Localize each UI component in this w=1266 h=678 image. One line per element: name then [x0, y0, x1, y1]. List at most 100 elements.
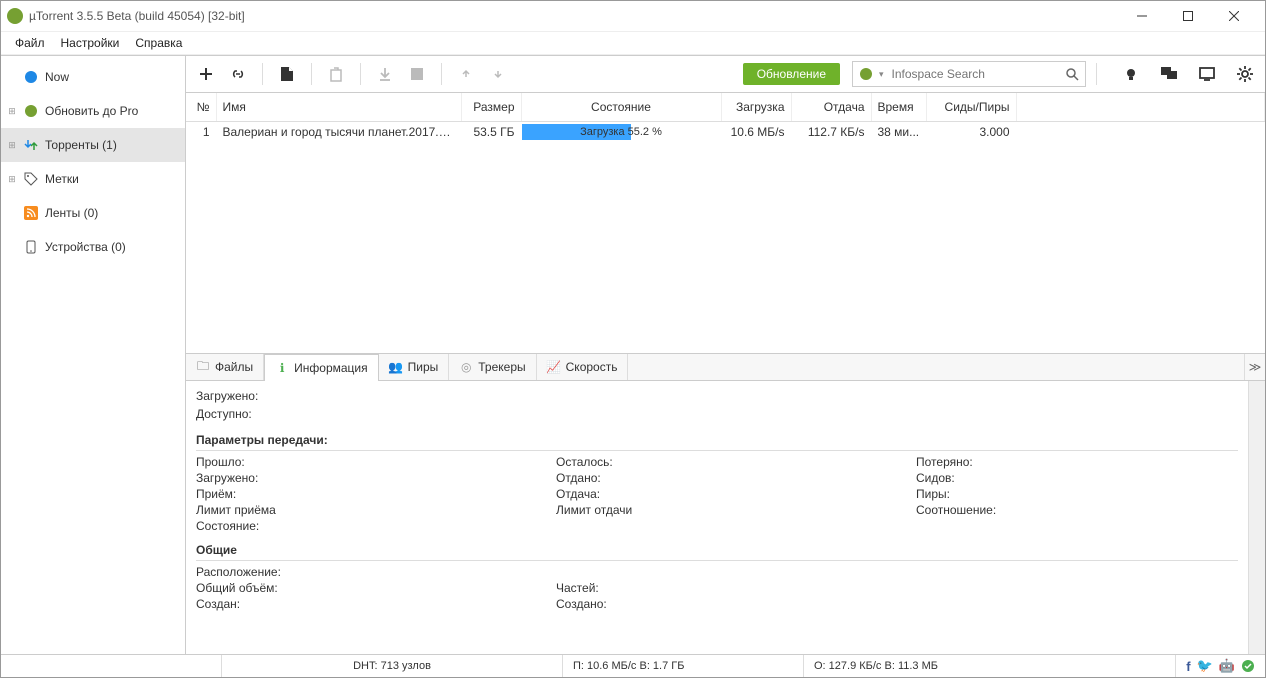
search-input[interactable] [890, 66, 1059, 82]
col-seeds[interactable]: Сиды/Пиры [926, 93, 1016, 122]
close-button[interactable] [1211, 1, 1257, 31]
sidebar-label: Устройства (0) [45, 240, 126, 254]
label-ratio: Соотношение: [916, 503, 1238, 517]
sidebar-item-torrents[interactable]: ⊞ Торренты (1) [1, 128, 185, 162]
section-general: Общие [196, 543, 1238, 561]
menu-file[interactable]: Файл [7, 33, 53, 53]
tab-trackers[interactable]: ◎Трекеры [449, 354, 536, 380]
torrent-grid[interactable]: № Имя Размер Состояние Загрузка Отдача В… [186, 93, 1265, 354]
col-down[interactable]: Загрузка [721, 93, 791, 122]
search-box[interactable]: ▾ [852, 61, 1086, 87]
label-elapsed: Прошло: [196, 455, 546, 469]
label-dlspeed: Приём: [196, 487, 546, 501]
col-eta[interactable]: Время [871, 93, 926, 122]
toolbar: Обновление ▾ [186, 56, 1265, 93]
gear-icon[interactable] [1231, 60, 1259, 88]
create-torrent-button[interactable] [273, 60, 301, 88]
update-button[interactable]: Обновление [743, 63, 840, 85]
col-name[interactable]: Имя [216, 93, 461, 122]
info-icon: ℹ [275, 361, 289, 375]
expand-icon[interactable]: ⊞ [7, 174, 17, 185]
label-ul: Отдано: [556, 471, 906, 485]
cell-down: 10.6 МБ/s [721, 122, 791, 143]
move-down-button[interactable] [484, 60, 512, 88]
expand-icon[interactable]: ⊞ [7, 140, 17, 151]
move-up-button[interactable] [452, 60, 480, 88]
chevron-down-icon[interactable]: ▾ [879, 69, 884, 80]
tab-peers[interactable]: 👥Пиры [379, 354, 450, 380]
label-peers: Пиры: [916, 487, 1238, 501]
peers-icon: 👥 [389, 360, 403, 374]
remote-icon[interactable] [1193, 60, 1221, 88]
info-pane: Загружено: Доступно: Параметры передачи:… [186, 381, 1248, 654]
label-save: Расположение: [196, 565, 546, 579]
maximize-button[interactable] [1165, 1, 1211, 31]
sidebar-item-feeds[interactable]: Ленты (0) [1, 196, 185, 230]
cell-eta: 38 ми... [871, 122, 926, 143]
utorrent-icon [859, 67, 873, 81]
bulb-icon[interactable] [1117, 60, 1145, 88]
add-url-button[interactable] [224, 60, 252, 88]
tab-files[interactable]: 🗀Файлы [186, 354, 264, 380]
col-size[interactable]: Размер [461, 93, 521, 122]
detail-tabs: 🗀Файлы ℹИнформация 👥Пиры ◎Трекеры 📈Скоро… [186, 354, 1265, 381]
search-icon[interactable] [1065, 67, 1079, 81]
status-text: Загрузка 55.2 % [522, 122, 721, 142]
col-up[interactable]: Отдача [791, 93, 871, 122]
twitter-icon[interactable]: 🐦 [1197, 658, 1213, 674]
scrollbar[interactable] [1248, 381, 1265, 654]
sidebar-item-labels[interactable]: ⊞ Метки [1, 162, 185, 196]
label-dl: Загружено: [196, 471, 546, 485]
sidebar-label: Торренты (1) [45, 138, 117, 152]
expand-icon[interactable]: ⊞ [7, 106, 17, 117]
status-empty [1, 655, 221, 677]
device-icon [23, 239, 39, 255]
status-brand: f 🐦 🤖 [1175, 655, 1265, 677]
col-status[interactable]: Состояние [521, 93, 721, 122]
status-dht[interactable]: DHT: 713 узлов [221, 655, 562, 677]
label-remaining: Осталось: [556, 455, 906, 469]
menu-settings[interactable]: Настройки [53, 33, 128, 53]
cell-status: Загрузка 55.2 % [521, 122, 721, 143]
remove-button[interactable] [322, 60, 350, 88]
app-window: µTorrent 3.5.5 Beta (build 45054) [32-bi… [0, 0, 1266, 678]
label-status: Состояние: [196, 519, 546, 533]
tab-speed[interactable]: 📈Скорость [537, 354, 629, 380]
sidebar-item-now[interactable]: Now [1, 60, 185, 94]
minimize-button[interactable] [1119, 1, 1165, 31]
start-button[interactable] [371, 60, 399, 88]
content: Обновление ▾ [186, 56, 1265, 654]
section-transfer: Параметры передачи: [196, 433, 1238, 451]
menubar: Файл Настройки Справка [1, 32, 1265, 55]
tab-info[interactable]: ℹИнформация [264, 354, 378, 381]
add-torrent-button[interactable] [192, 60, 220, 88]
chat-icon[interactable] [1155, 60, 1183, 88]
chart-icon: 📈 [547, 360, 561, 374]
folder-icon: 🗀 [196, 360, 210, 374]
label-created-by: Создано: [556, 597, 906, 611]
label-ullimit: Лимит отдачи [556, 503, 906, 517]
tab-options-icon[interactable]: ≫ [1244, 354, 1265, 380]
stop-button[interactable] [403, 60, 431, 88]
sidebar-item-devices[interactable]: Устройства (0) [1, 230, 185, 264]
transfer-icon [23, 137, 39, 153]
sidebar-item-upgrade[interactable]: ⊞ Обновить до Pro [1, 94, 185, 128]
sidebar-label: Ленты (0) [45, 206, 98, 220]
titlebar: µTorrent 3.5.5 Beta (build 45054) [32-bi… [1, 1, 1265, 32]
cell-up: 112.7 КБ/s [791, 122, 871, 143]
facebook-icon[interactable]: f [1186, 659, 1190, 674]
status-download[interactable]: П: 10.6 МБ/с В: 1.7 ГБ [562, 655, 803, 677]
label-total: Общий объём: [196, 581, 546, 595]
network-ok-icon[interactable] [1241, 659, 1255, 673]
rss-icon [23, 205, 39, 221]
table-row[interactable]: 1 Валериан и город тысячи планет.2017.UH… [186, 122, 1265, 143]
label-pieces: Частей: [556, 581, 906, 595]
android-icon[interactable]: 🤖 [1219, 658, 1235, 674]
status-upload[interactable]: О: 127.9 КБ/с В: 11.3 МБ [803, 655, 1044, 677]
col-num[interactable]: № [186, 93, 216, 122]
sidebar-label: Обновить до Pro [45, 104, 138, 118]
target-icon: ◎ [459, 360, 473, 374]
label-seeds: Сидов: [916, 471, 1238, 485]
menu-help[interactable]: Справка [127, 33, 190, 53]
sidebar-label: Now [45, 70, 69, 84]
